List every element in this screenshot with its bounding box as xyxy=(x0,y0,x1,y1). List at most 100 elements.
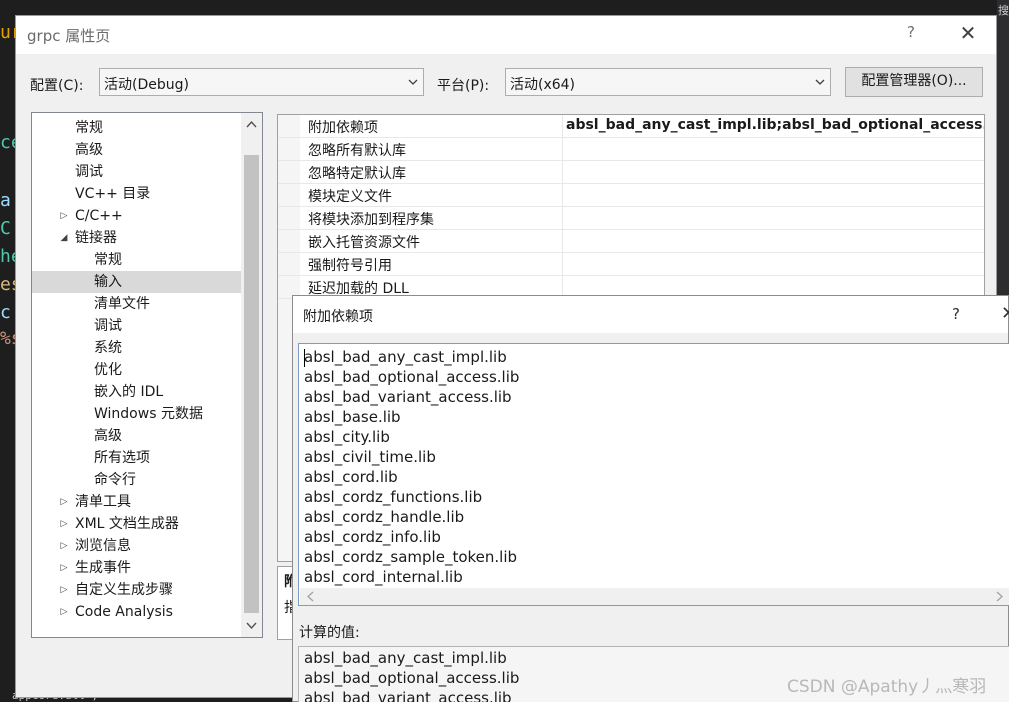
tree-item-label: 所有选项 xyxy=(94,450,150,466)
expand-arrow-icon[interactable]: ▷ xyxy=(59,601,69,623)
computed-value-line: absl_bad_any_cast_impl.lib xyxy=(304,649,507,667)
column-divider xyxy=(562,253,563,276)
tree-item-label: Windows 元数据 xyxy=(94,406,203,422)
category-tree[interactable]: 常规 高级 调试 VC++ 目录 ▷ C/C++ ◢ 链接器 常规 输入 清单文件 调试 系统 优化 嵌入的… xyxy=(31,112,263,638)
tree-item[interactable]: 所有选项 xyxy=(32,447,242,469)
config-manager-button[interactable]: 配置管理器(O)... xyxy=(845,67,983,97)
tree-item[interactable]: ▷ Code Analysis xyxy=(32,601,242,623)
tree-item[interactable]: 系统 xyxy=(32,337,242,359)
tree-item[interactable]: 嵌入的 IDL xyxy=(32,381,242,403)
dependency-line: absl_cordz_functions.lib xyxy=(304,488,483,506)
tree-item[interactable]: ◢ 链接器 xyxy=(32,227,242,249)
tree-item-label: 输入 xyxy=(94,274,122,290)
watermark: CSDN @Apathy丿灬寒羽 xyxy=(787,677,987,697)
property-row[interactable]: 模块定义文件 xyxy=(278,184,984,207)
tree-item[interactable]: ▷ C/C++ xyxy=(32,205,242,227)
config-dropdown[interactable]: 活动(Debug) xyxy=(99,68,424,96)
dependency-line: absl_bad_optional_access.lib xyxy=(304,368,520,386)
additional-dependencies-dialog: 附加依赖项 ? ✕ absl_bad_any_cast_impl.lib absl… xyxy=(292,295,1009,702)
textarea-hscrollbar[interactable] xyxy=(300,588,1009,605)
tree-item[interactable]: 调试 xyxy=(32,315,242,337)
expand-arrow-icon[interactable]: ▷ xyxy=(59,579,69,601)
tree-item[interactable]: 高级 xyxy=(32,425,242,447)
tree-item[interactable]: ▷ 清单工具 xyxy=(32,491,242,513)
tree-scrollbar[interactable] xyxy=(241,113,262,637)
dependency-line: absl_bad_variant_access.lib xyxy=(304,388,512,406)
dependency-line: absl_base.lib xyxy=(304,408,401,426)
expand-arrow-icon[interactable]: ▷ xyxy=(59,491,69,513)
tree-item-label: 命令行 xyxy=(94,472,136,488)
close-icon[interactable]: ✕ xyxy=(1001,303,1009,324)
scroll-up-icon[interactable] xyxy=(244,117,259,132)
scroll-down-icon[interactable] xyxy=(244,618,259,633)
tree-item[interactable]: 调试 xyxy=(32,161,242,183)
tree-item[interactable]: 常规 xyxy=(32,249,242,271)
collapse-arrow-icon[interactable]: ◢ xyxy=(59,227,69,249)
computed-value-line: absl_bad_optional_access.lib xyxy=(304,669,520,687)
property-name: 嵌入托管资源文件 xyxy=(308,235,420,251)
expand-arrow-icon[interactable]: ▷ xyxy=(59,513,69,535)
tree-item[interactable]: 优化 xyxy=(32,359,242,381)
tree-item-label: 嵌入的 IDL xyxy=(94,384,164,400)
platform-value: 活动(x64) xyxy=(510,77,576,93)
tree-item-label: 清单工具 xyxy=(75,494,131,510)
property-row[interactable]: 将模块添加到程序集 xyxy=(278,207,984,230)
tree-item-label: 调试 xyxy=(75,164,103,180)
close-icon[interactable]: ✕ xyxy=(956,21,980,47)
help-icon[interactable]: ? xyxy=(901,23,921,45)
dependencies-textarea[interactable]: absl_bad_any_cast_impl.lib absl_bad_optio… xyxy=(298,343,1009,606)
tree-item[interactable]: ▷ 浏览信息 xyxy=(32,535,242,557)
background-code-fragment: a xyxy=(0,190,11,211)
dependency-line: absl_cordz_handle.lib xyxy=(304,508,465,526)
tree-item[interactable]: VC++ 目录 xyxy=(32,183,242,205)
background-code-fragment: c xyxy=(0,302,11,323)
tree-item[interactable]: 输入 xyxy=(32,271,242,293)
tree-item[interactable]: ▷ XML 文档生成器 xyxy=(32,513,242,535)
column-divider xyxy=(562,138,563,161)
property-row[interactable]: 忽略所有默认库 xyxy=(278,138,984,161)
tree-item-label: 常规 xyxy=(75,120,103,136)
computed-value-line: absl_bad_variant_access.lib xyxy=(304,689,512,702)
tree-item[interactable]: 命令行 xyxy=(32,469,242,491)
expand-arrow-icon[interactable]: ▷ xyxy=(59,557,69,579)
background-titlebar xyxy=(930,0,997,15)
tree-item[interactable]: 清单文件 xyxy=(32,293,242,315)
background-right-text: 搜 xyxy=(998,4,1009,17)
tree-item-label: C/C++ xyxy=(75,208,123,224)
property-name: 忽略所有默认库 xyxy=(308,143,406,159)
tree-item-label: 优化 xyxy=(94,362,122,378)
tree-item-label: VC++ 目录 xyxy=(75,186,151,202)
scroll-right-icon[interactable] xyxy=(994,591,1004,602)
property-row[interactable]: 忽略特定默认库 xyxy=(278,161,984,184)
tree-item-label: 高级 xyxy=(94,428,122,444)
tree-item-label: 生成事件 xyxy=(75,560,131,576)
config-value: 活动(Debug) xyxy=(104,77,189,93)
computed-values-label: 计算的值: xyxy=(299,625,360,641)
property-value[interactable]: absl_bad_any_cast_impl.lib;absl_bad_opti… xyxy=(566,117,984,133)
dialog-titlebar: grpc 属性页 ? ✕ xyxy=(16,16,996,54)
chevron-down-icon xyxy=(408,79,418,85)
tree-item-label: 清单文件 xyxy=(94,296,150,312)
help-icon[interactable]: ? xyxy=(948,305,964,323)
tree-item-label: XML 文档生成器 xyxy=(75,516,179,532)
platform-dropdown[interactable]: 活动(x64) xyxy=(505,68,831,96)
property-row[interactable]: 嵌入托管资源文件 xyxy=(278,230,984,253)
dialog-title: grpc 属性页 xyxy=(27,27,111,45)
tree-item[interactable]: Windows 元数据 xyxy=(32,403,242,425)
expand-arrow-icon[interactable]: ▷ xyxy=(59,205,69,227)
tree-item[interactable]: 高级 xyxy=(32,139,242,161)
property-name: 将模块添加到程序集 xyxy=(308,212,434,228)
tree-item[interactable]: ▷ 自定义生成步骤 xyxy=(32,579,242,601)
dependency-line: absl_cord.lib xyxy=(304,468,398,486)
property-row[interactable]: 附加依赖项 absl_bad_any_cast_impl.lib;absl_bad… xyxy=(278,115,984,138)
column-divider xyxy=(562,161,563,184)
tree-item[interactable]: ▷ 生成事件 xyxy=(32,557,242,579)
tree-item[interactable]: 常规 xyxy=(32,117,242,139)
tree-item-label: 链接器 xyxy=(75,230,117,246)
column-divider xyxy=(562,184,563,207)
column-divider xyxy=(562,115,563,138)
tree-scroll-thumb[interactable] xyxy=(244,155,259,613)
property-row[interactable]: 强制符号引用 xyxy=(278,253,984,276)
scroll-left-icon[interactable] xyxy=(306,591,316,602)
expand-arrow-icon[interactable]: ▷ xyxy=(59,535,69,557)
